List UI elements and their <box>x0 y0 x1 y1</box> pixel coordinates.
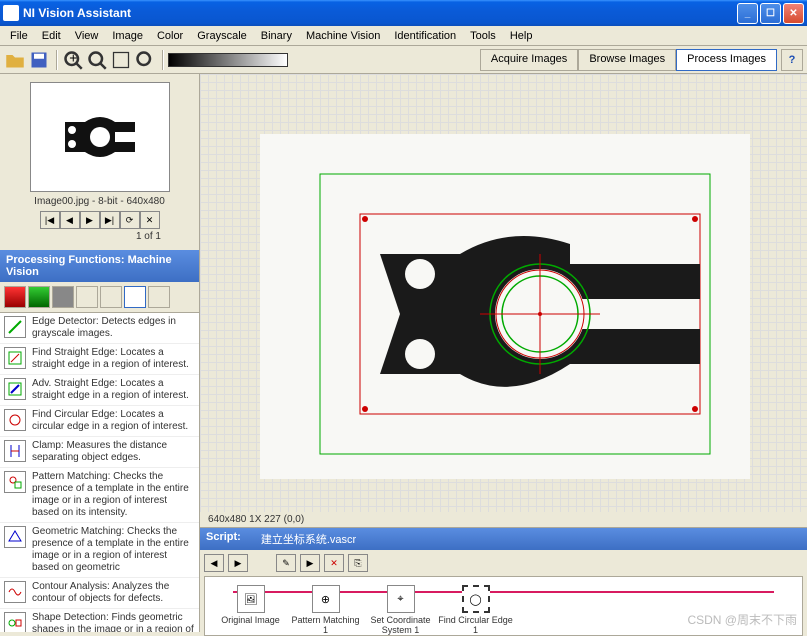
script-add-button[interactable]: ⎘ <box>348 554 368 572</box>
menu-identification[interactable]: Identification <box>388 28 462 44</box>
process-images-button[interactable]: Process Images <box>676 49 777 71</box>
save-button[interactable] <box>28 49 50 71</box>
func-clamp[interactable]: Clamp: Measures the distance separating … <box>0 437 199 468</box>
pattern-match-step-icon: ⊕ <box>312 585 340 613</box>
menu-tools[interactable]: Tools <box>464 28 502 44</box>
category-tabs <box>0 282 199 313</box>
script-label: Script: <box>206 531 241 547</box>
menu-color[interactable]: Color <box>151 28 189 44</box>
func-find-straight-edge[interactable]: Find Straight Edge: Locates a straight e… <box>0 344 199 375</box>
app-icon <box>3 5 19 21</box>
script-prev-button[interactable]: ◀ <box>204 554 224 572</box>
nav-last-button[interactable]: ⟳ <box>120 211 140 229</box>
edge-detector-icon <box>4 316 26 338</box>
script-next-button[interactable]: ▶ <box>228 554 248 572</box>
nav-prev-button[interactable]: ◀ <box>60 211 80 229</box>
script-toolbar: ◀ ▶ ✎ ▶ ✕ ⎘ <box>200 550 807 576</box>
palette-gradient[interactable] <box>168 53 288 67</box>
func-edge-detector[interactable]: Edge Detector: Detects edges in grayscal… <box>0 313 199 344</box>
func-geometric-matching[interactable]: Geometric Matching: Checks the presence … <box>0 523 199 578</box>
image-view[interactable] <box>260 134 750 479</box>
cat-tab-1[interactable] <box>4 286 26 308</box>
menu-binary[interactable]: Binary <box>255 28 298 44</box>
script-delete-button[interactable]: ✕ <box>324 554 344 572</box>
script-edit-button[interactable]: ✎ <box>276 554 296 572</box>
original-image-icon: 🖼 <box>237 585 265 613</box>
func-adv-straight-edge[interactable]: Adv. Straight Edge: Locates a straight e… <box>0 375 199 406</box>
canvas-area: 640x480 1X 227 (0,0) Script: 建立坐标系统.vasc… <box>200 74 807 632</box>
image-canvas[interactable] <box>200 74 807 512</box>
menu-file[interactable]: File <box>4 28 34 44</box>
menu-view[interactable]: View <box>69 28 105 44</box>
cat-tab-6-selected[interactable] <box>124 286 146 308</box>
nav-next-button[interactable]: ▶| <box>100 211 120 229</box>
thumbnail-nav: |◀ ◀ ▶ ▶| ⟳ ✕ <box>8 211 191 229</box>
help-button[interactable]: ? <box>781 49 803 71</box>
zoom-1x-button[interactable] <box>134 49 156 71</box>
contour-analysis-icon <box>4 581 26 603</box>
menu-image[interactable]: Image <box>106 28 149 44</box>
close-button[interactable]: ✕ <box>783 3 804 24</box>
func-shape-detection[interactable]: Shape Detection: Finds geometric shapes … <box>0 609 199 632</box>
menu-edit[interactable]: Edit <box>36 28 67 44</box>
mode-buttons: Acquire Images Browse Images Process Ima… <box>480 49 803 71</box>
thumbnail-count: 1 of 1 <box>8 231 191 242</box>
script-step-original[interactable]: 🖼Original Image <box>213 585 288 627</box>
pattern-matching-icon <box>4 471 26 493</box>
zoom-out-button[interactable] <box>86 49 108 71</box>
cat-tab-7[interactable] <box>148 286 170 308</box>
menu-grayscale[interactable]: Grayscale <box>191 28 253 44</box>
circular-edge-step-icon: ◯ <box>462 585 490 613</box>
menu-help[interactable]: Help <box>504 28 539 44</box>
script-step-pattern-matching[interactable]: ⊕Pattern Matching 1 <box>288 585 363 627</box>
thumbnail-image[interactable] <box>30 82 170 192</box>
title-bar: NI Vision Assistant _ ☐ ✕ <box>0 0 807 26</box>
cat-tab-3[interactable] <box>52 286 74 308</box>
nav-close-button[interactable]: ✕ <box>140 211 160 229</box>
cat-tab-5[interactable] <box>100 286 122 308</box>
browse-images-button[interactable]: Browse Images <box>578 49 676 71</box>
minimize-button[interactable]: _ <box>737 3 758 24</box>
script-filename: 建立坐标系统.vascr <box>261 531 356 547</box>
svg-text:+: + <box>69 50 77 65</box>
menu-bar: File Edit View Image Color Grayscale Bin… <box>0 26 807 46</box>
menu-machine-vision[interactable]: Machine Vision <box>300 28 386 44</box>
function-list[interactable]: Edge Detector: Detects edges in grayscal… <box>0 313 199 632</box>
script-run-button[interactable]: ▶ <box>300 554 320 572</box>
window-title: NI Vision Assistant <box>23 6 737 20</box>
maximize-button[interactable]: ☐ <box>760 3 781 24</box>
nav-play-button[interactable]: ▶ <box>80 211 100 229</box>
adv-straight-edge-icon <box>4 378 26 400</box>
script-step-circular-edge[interactable]: ◯Find Circular Edge 1 <box>438 585 513 627</box>
status-line: 640x480 1X 227 (0,0) <box>200 512 807 527</box>
cat-tab-4[interactable] <box>76 286 98 308</box>
geometric-matching-icon <box>4 526 26 548</box>
thumbnail-caption: Image00.jpg - 8-bit - 640x480 <box>8 196 191 207</box>
zoom-fit-button[interactable] <box>110 49 132 71</box>
acquire-images-button[interactable]: Acquire Images <box>480 49 578 71</box>
func-pattern-matching[interactable]: Pattern Matching: Checks the presence of… <box>0 468 199 523</box>
find-circular-edge-icon <box>4 409 26 431</box>
script-header: Script: 建立坐标系统.vascr <box>200 528 807 550</box>
cat-tab-2[interactable] <box>28 286 50 308</box>
shape-detection-icon <box>4 612 26 632</box>
open-button[interactable] <box>4 49 26 71</box>
clamp-icon <box>4 440 26 462</box>
left-panel: Image00.jpg - 8-bit - 640x480 |◀ ◀ ▶ ▶| … <box>0 74 200 632</box>
toolbar: + Acquire Images Browse Images Process I… <box>0 46 807 74</box>
zoom-in-button[interactable]: + <box>62 49 84 71</box>
func-find-circular-edge[interactable]: Find Circular Edge: Locates a circular e… <box>0 406 199 437</box>
functions-panel-header: Processing Functions: Machine Vision <box>0 250 199 282</box>
nav-first-button[interactable]: |◀ <box>40 211 60 229</box>
window-controls: _ ☐ ✕ <box>737 3 804 24</box>
script-step-coord-system[interactable]: ⌖Set Coordinate System 1 <box>363 585 438 627</box>
coord-system-icon: ⌖ <box>387 585 415 613</box>
find-straight-edge-icon <box>4 347 26 369</box>
watermark: CSDN @周末不下雨 <box>687 611 797 628</box>
func-contour-analysis[interactable]: Contour Analysis: Analyzes the contour o… <box>0 578 199 609</box>
